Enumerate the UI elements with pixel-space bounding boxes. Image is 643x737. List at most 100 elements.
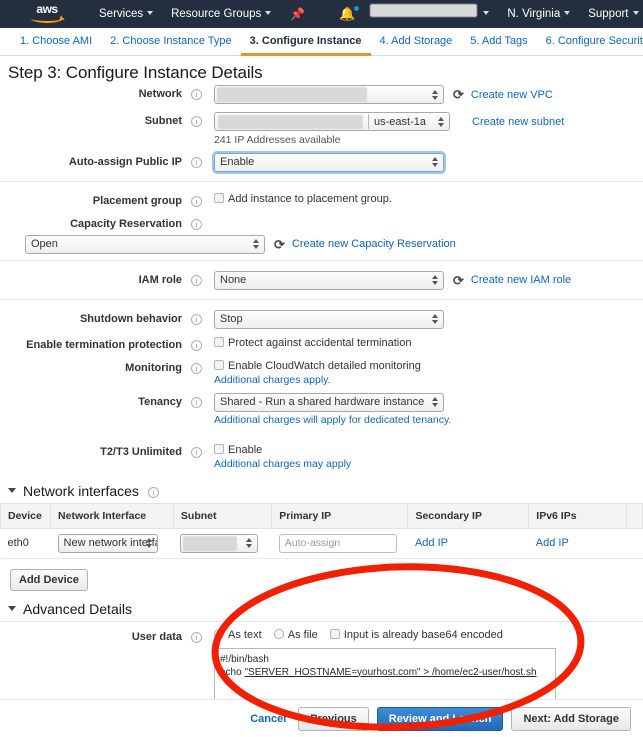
tab-choose-instance-type[interactable]: 2. Choose Instance Type (101, 35, 241, 56)
info-icon[interactable]: i (191, 218, 202, 230)
column-header-subnet: Subnet (173, 502, 273, 529)
termination-protection-checkbox[interactable] (214, 336, 224, 347)
network-interface-select[interactable]: New network interfac (57, 533, 158, 553)
cell-actions (626, 528, 643, 559)
t2-t3-unlimited-checkbox[interactable] (214, 443, 224, 454)
tenancy-select[interactable]: Shared - Run a shared hardware instance (214, 392, 444, 412)
review-and-launch-button[interactable]: Review and Launch (376, 706, 504, 731)
info-icon[interactable]: i (191, 396, 202, 408)
termination-protection-checkbox-row[interactable]: Protect against accidental termination (214, 336, 643, 351)
cell-ipv6-ips: Add IP (528, 528, 627, 559)
nav-account-menu[interactable] (361, 0, 498, 28)
auto-assign-public-ip-select[interactable]: Enable (212, 150, 446, 174)
nav-support-label: Support (588, 8, 629, 20)
tab-configure-security-group[interactable]: 6. Configure Security Group (537, 35, 643, 56)
subnet-ip-availability: 241 IP Addresses available (214, 133, 341, 146)
t2-t3-unlimited-checkbox-label: Enable (228, 443, 263, 456)
next-add-storage-button[interactable]: Next: Add Storage (511, 706, 631, 731)
nav-resource-groups[interactable]: Resource Groups (162, 0, 280, 28)
subnet-select[interactable]: us-east-1a (214, 112, 450, 131)
tab-add-storage[interactable]: 4. Add Storage (371, 35, 462, 56)
monitoring-checkbox-row[interactable]: Enable CloudWatch detailed monitoring (214, 359, 643, 374)
add-device-button[interactable]: Add Device (10, 568, 88, 591)
add-ipv6-ip-link[interactable]: Add IP (536, 537, 569, 549)
info-icon[interactable]: i (191, 156, 202, 168)
iam-role-select[interactable]: None (214, 270, 444, 290)
info-icon[interactable]: i (147, 486, 159, 498)
checkbox-base64-encoded[interactable] (329, 628, 340, 639)
create-new-vpc-link[interactable]: Create new VPC (471, 89, 553, 101)
placement-group-checkbox-label: Add instance to placement group. (228, 192, 392, 205)
tenancy-additional-charges-link[interactable]: Additional charges will apply for dedica… (214, 414, 643, 426)
monitoring-additional-charges-link[interactable]: Additional charges apply. (214, 374, 643, 386)
refresh-iam-role-icon[interactable]: ⟳ (453, 274, 464, 287)
field-row-auto-assign-public-ip: Auto-assign Public IP i Enable (0, 149, 643, 175)
shutdown-behavior-control: Stop (214, 309, 643, 329)
divider (0, 298, 643, 300)
shutdown-behavior-select[interactable]: Stop (214, 309, 444, 329)
create-new-subnet-link[interactable]: Create new subnet (472, 116, 564, 128)
network-interfaces-table: Device Network Interface Subnet Primary … (0, 502, 643, 559)
capacity-reservation-value: Open (31, 238, 58, 250)
info-icon[interactable]: i (191, 313, 202, 325)
network-interfaces-section-header[interactable]: Network interfaces i (8, 483, 643, 499)
tab-choose-ami[interactable]: 1. Choose AMI (11, 35, 101, 56)
info-icon[interactable]: i (191, 631, 202, 643)
refresh-capacity-reservation-icon[interactable]: ⟳ (274, 238, 285, 251)
previous-button[interactable]: Previous (298, 706, 369, 731)
t2-t3-unlimited-checkbox-row[interactable]: Enable (214, 443, 643, 458)
tab-configure-instance[interactable]: 3. Configure Instance (240, 35, 371, 56)
info-icon[interactable]: i (191, 362, 202, 374)
advanced-details-section-header[interactable]: Advanced Details (8, 601, 643, 617)
primary-ip-input[interactable]: Auto-assign (278, 533, 397, 553)
create-new-iam-role-link[interactable]: Create new IAM role (471, 274, 571, 286)
network-select[interactable] (214, 85, 444, 104)
network-value-redacted (217, 87, 367, 102)
info-icon[interactable]: i (191, 339, 202, 351)
configure-instance-form: Network i ⟳ Create new VPC Subnet i us-e… (0, 81, 643, 473)
subnet-divider (368, 114, 369, 129)
refresh-vpc-icon[interactable]: ⟳ (453, 88, 464, 101)
cancel-button[interactable]: Cancel (250, 713, 286, 725)
placement-group-checkbox[interactable] (214, 192, 224, 203)
radio-as-file-label: As file (287, 628, 318, 641)
iam-role-label: IAM role (138, 273, 182, 286)
select-arrows-icon (432, 156, 439, 168)
select-arrows-icon (432, 274, 439, 286)
info-icon[interactable]: i (191, 116, 202, 127)
bell-icon: 🔔 (339, 5, 356, 21)
radio-as-text[interactable] (214, 628, 224, 639)
tab-add-tags[interactable]: 5. Add Tags (461, 35, 536, 56)
notifications-button[interactable]: 🔔 (315, 0, 361, 29)
user-data-script-line-2: echo "SERVER_HOSTNAME=yourhost.com" > /h… (220, 667, 537, 678)
script-echo-keyword: echo (220, 666, 245, 678)
info-icon[interactable]: i (191, 274, 202, 286)
field-row-shutdown-behavior: Shutdown behavior i Stop (0, 306, 643, 332)
create-new-capacity-reservation-link[interactable]: Create new Capacity Reservation (292, 238, 456, 250)
wizard-steps-tablist: 1. Choose AMI 2. Choose Instance Type 3.… (0, 28, 643, 56)
nav-support[interactable]: Support (579, 0, 643, 28)
info-icon[interactable]: i (191, 89, 202, 100)
pin-icon[interactable]: 📌 (280, 0, 315, 28)
capacity-reservation-select[interactable]: Open (25, 234, 265, 254)
nav-services[interactable]: Services (90, 0, 162, 28)
shutdown-behavior-label: Shutdown behavior (79, 312, 182, 325)
cell-subnet (173, 528, 272, 559)
t2-t3-unlimited-label: T2/T3 Unlimited (100, 445, 182, 458)
capacity-reservation-control-row: Open ⟳ Create new Capacity Reservation (0, 234, 643, 254)
cell-device: eth0 (0, 528, 51, 559)
divider (0, 620, 643, 622)
monitoring-checkbox[interactable] (214, 359, 224, 370)
add-secondary-ip-link[interactable]: Add IP (415, 537, 448, 549)
placement-group-label: Placement group (92, 194, 182, 207)
radio-as-file[interactable] (273, 628, 284, 639)
subnet-label: Subnet (144, 115, 182, 127)
row-subnet-select[interactable] (180, 533, 259, 553)
t2-t3-additional-charges-link[interactable]: Additional charges may apply (214, 458, 643, 470)
info-icon[interactable]: i (191, 446, 202, 458)
nav-region-selector[interactable]: N. Virginia (498, 0, 579, 28)
aws-logo[interactable]: aws (28, 3, 66, 25)
info-icon[interactable]: i (191, 195, 202, 207)
auto-assign-public-ip-value: Enable (220, 156, 255, 168)
placement-group-checkbox-row[interactable]: Add instance to placement group. (214, 192, 643, 207)
